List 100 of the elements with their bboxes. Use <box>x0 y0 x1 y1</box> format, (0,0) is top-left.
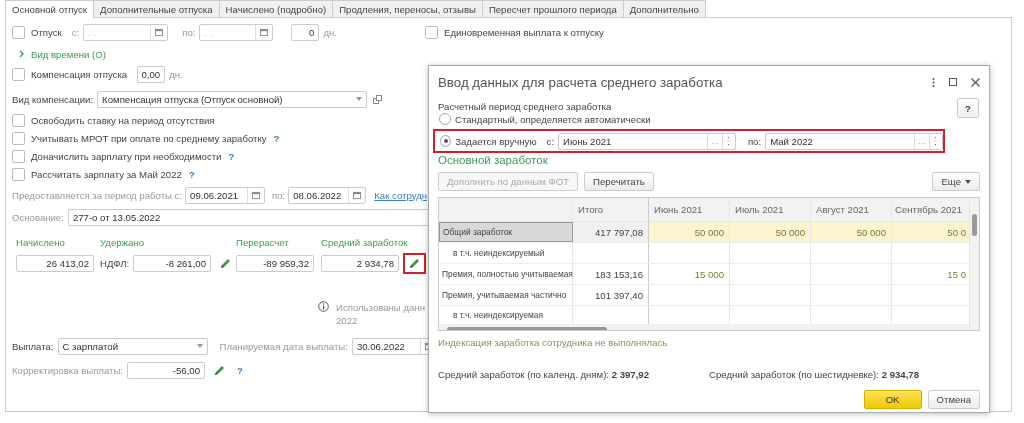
help-link[interactable]: ? <box>188 168 195 180</box>
amount-field[interactable]: -56,00 <box>127 361 206 379</box>
pencil-icon <box>409 257 420 269</box>
checkbox-label: Доначислить зарплату при необходимости <box>31 150 222 162</box>
more-icon[interactable] <box>932 77 935 87</box>
total-label: Средний заработок <box>321 237 409 250</box>
radio-button[interactable] <box>440 135 452 147</box>
caret-icon[interactable] <box>196 344 203 348</box>
checkbox[interactable] <box>12 167 25 181</box>
field-label: Корректировка выплаты: <box>12 364 124 376</box>
tab[interactable]: Начислено (подробно) <box>218 0 334 17</box>
radio-button[interactable] <box>439 113 451 125</box>
checkbox[interactable] <box>12 25 25 39</box>
window-title: Ввод данных для расчета среднего заработка <box>438 74 724 90</box>
pencil-icon <box>220 257 231 269</box>
table-cell: 15 000 <box>649 264 730 284</box>
field-label: по: <box>747 135 762 147</box>
month-field[interactable]: Июнь 2021 ... <box>558 132 736 150</box>
summary-text: Средний заработок (по шестидневке): 2 934,78 <box>709 369 920 380</box>
section-toggle[interactable]: Вид времени (О) <box>12 48 106 60</box>
column-header: Июнь 2021 <box>649 198 730 221</box>
scrollbar[interactable] <box>969 198 979 330</box>
table-cell: 50 000 <box>730 222 811 242</box>
select-field[interactable]: С зарплатой <box>57 337 208 355</box>
table-cell: 101 397,40 <box>573 285 649 305</box>
amount-field[interactable]: -89 959,32 <box>236 254 314 272</box>
toolbar-button[interactable]: Перечитать <box>584 172 654 191</box>
pencil-icon <box>214 364 226 376</box>
field-label: Планируемая дата выплаты: <box>219 340 348 352</box>
caret-icon <box>965 179 971 184</box>
section-title: Основной заработок <box>438 154 549 168</box>
checkbox[interactable] <box>12 67 25 81</box>
total-label: Удержано <box>100 237 145 250</box>
link[interactable]: Как сотрудн <box>374 189 428 201</box>
checkbox[interactable] <box>12 131 25 145</box>
close-icon[interactable] <box>971 77 980 87</box>
radio-label: Стандартный, определяется автоматически <box>455 113 651 125</box>
total-label: Перерасчет <box>236 237 290 250</box>
checkbox[interactable] <box>425 25 438 39</box>
field-label: Вид компенсации: <box>12 93 94 105</box>
date-field[interactable]: 09.06.2021 <box>185 186 266 204</box>
help-button[interactable]: ? <box>957 98 979 118</box>
checkbox-label: Учитывать МРОТ при оплате по среднему заработку <box>31 132 267 144</box>
row-label[interactable]: Премия, учитываемая частично <box>439 285 573 305</box>
row-label[interactable]: в т.ч. неиндексируемый <box>439 243 573 263</box>
row-label[interactable]: Общий заработок <box>439 222 573 242</box>
total-label: Начислено <box>16 237 66 250</box>
amount-field[interactable]: -8 261,00 <box>133 254 211 272</box>
unit-label: дн. <box>323 26 337 38</box>
days-field[interactable]: 0 <box>291 23 320 41</box>
table-cell-text: 15 0 <box>946 267 967 282</box>
checkbox-label: Освободить ставку на период отсутствия <box>31 114 215 126</box>
help-link[interactable]: ? <box>228 150 235 162</box>
days-field[interactable]: 0,00 <box>137 65 166 83</box>
field-label: НДФЛ: <box>100 257 130 269</box>
help-link[interactable]: ? <box>237 364 243 376</box>
cancel-button[interactable]: Отмена <box>927 390 980 409</box>
checkbox[interactable] <box>12 113 25 127</box>
field-label: с: <box>71 26 80 38</box>
amount-field[interactable]: 26 413,02 <box>16 254 94 272</box>
maximize-icon[interactable] <box>949 78 957 86</box>
column-header: Сентябрь 2021 <box>894 203 963 217</box>
amount-field[interactable]: 2 934,78 <box>321 254 399 272</box>
table-cell: 50 000 <box>649 222 730 242</box>
checkbox[interactable] <box>12 149 25 163</box>
info-icon <box>318 301 329 312</box>
tab[interactable]: Пересчет прошлого периода <box>481 0 624 17</box>
checkbox-label: Рассчитать зарплату за Май 2022 <box>31 168 182 180</box>
checkbox-label: Компенсация отпуска <box>31 68 128 80</box>
date-field[interactable]: 08.06.2022 <box>288 186 367 204</box>
tab[interactable]: Дополнительные отпуска <box>93 0 220 17</box>
row-label[interactable]: в т.ч. неиндексируемая <box>439 306 573 324</box>
tab[interactable]: Основной отпуск <box>5 0 95 18</box>
ok-button[interactable]: OK <box>863 390 922 409</box>
edit-button[interactable] <box>403 252 426 274</box>
table-cell: 50 000 <box>811 222 892 242</box>
month-field[interactable]: Май 2022 ... <box>765 132 943 150</box>
field-label: Предоставляется за период работы с: <box>12 189 183 201</box>
table-cell: 417 797,08 <box>573 222 649 242</box>
column-header: Июль 2021 <box>730 198 811 221</box>
column-header: Август 2021 <box>811 198 892 221</box>
checkbox-label: Отпуск <box>31 26 62 38</box>
caret-icon[interactable] <box>356 97 363 101</box>
summary-text: Средний заработок (по календ. дням): 2 397,92 <box>438 369 651 380</box>
scrollbar[interactable] <box>439 325 969 330</box>
tab[interactable]: Дополнительно <box>622 0 706 17</box>
radio-label: Задается вручную <box>455 135 537 147</box>
info-text: Использованы данн 2022 <box>336 301 425 327</box>
row-label[interactable]: Премия, полностью учитываемая <box>439 264 573 284</box>
open-button[interactable] <box>371 94 385 104</box>
field-label: по: <box>182 26 196 38</box>
note-text: Индексация заработка сотрудника не выполнялась <box>438 337 669 348</box>
field-label: с: <box>546 135 555 147</box>
field-label: по: <box>272 189 286 201</box>
unit-label: дн. <box>169 68 183 80</box>
more-button[interactable]: Еще <box>932 172 980 191</box>
checkbox-label: Единовременная выплата к отпуску <box>444 26 604 38</box>
help-link[interactable]: ? <box>273 132 280 144</box>
tab[interactable]: Продления, переносы, отзывы <box>332 0 483 17</box>
select-field[interactable]: Компенсация отпуска (Отпуск основной) <box>97 90 368 108</box>
